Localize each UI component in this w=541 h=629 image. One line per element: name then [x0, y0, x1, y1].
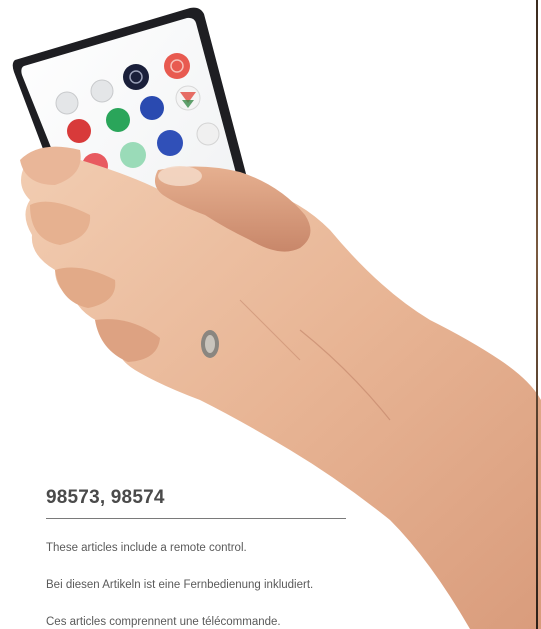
article-numbers: 98573, 98574 — [46, 487, 165, 508]
green-icon — [106, 108, 130, 132]
frame-edge — [536, 0, 538, 629]
hand — [20, 146, 541, 629]
power-on-icon — [164, 53, 190, 79]
brightness-up-icon — [55, 91, 79, 115]
photo — [12, 7, 541, 629]
brightness-down-icon — [90, 79, 114, 103]
caption-english: These articles include a remote control. — [46, 542, 247, 554]
caption-german: Bei diesen Artikeln ist eine Fernbedienu… — [46, 579, 314, 591]
divider — [46, 518, 346, 519]
caption-french: Ces articles comprennent une télécommand… — [46, 616, 281, 628]
power-off-icon — [123, 64, 149, 90]
caption: 98573, 98574 — [46, 486, 346, 519]
blue-icon — [140, 96, 164, 120]
red-icon — [67, 119, 91, 143]
